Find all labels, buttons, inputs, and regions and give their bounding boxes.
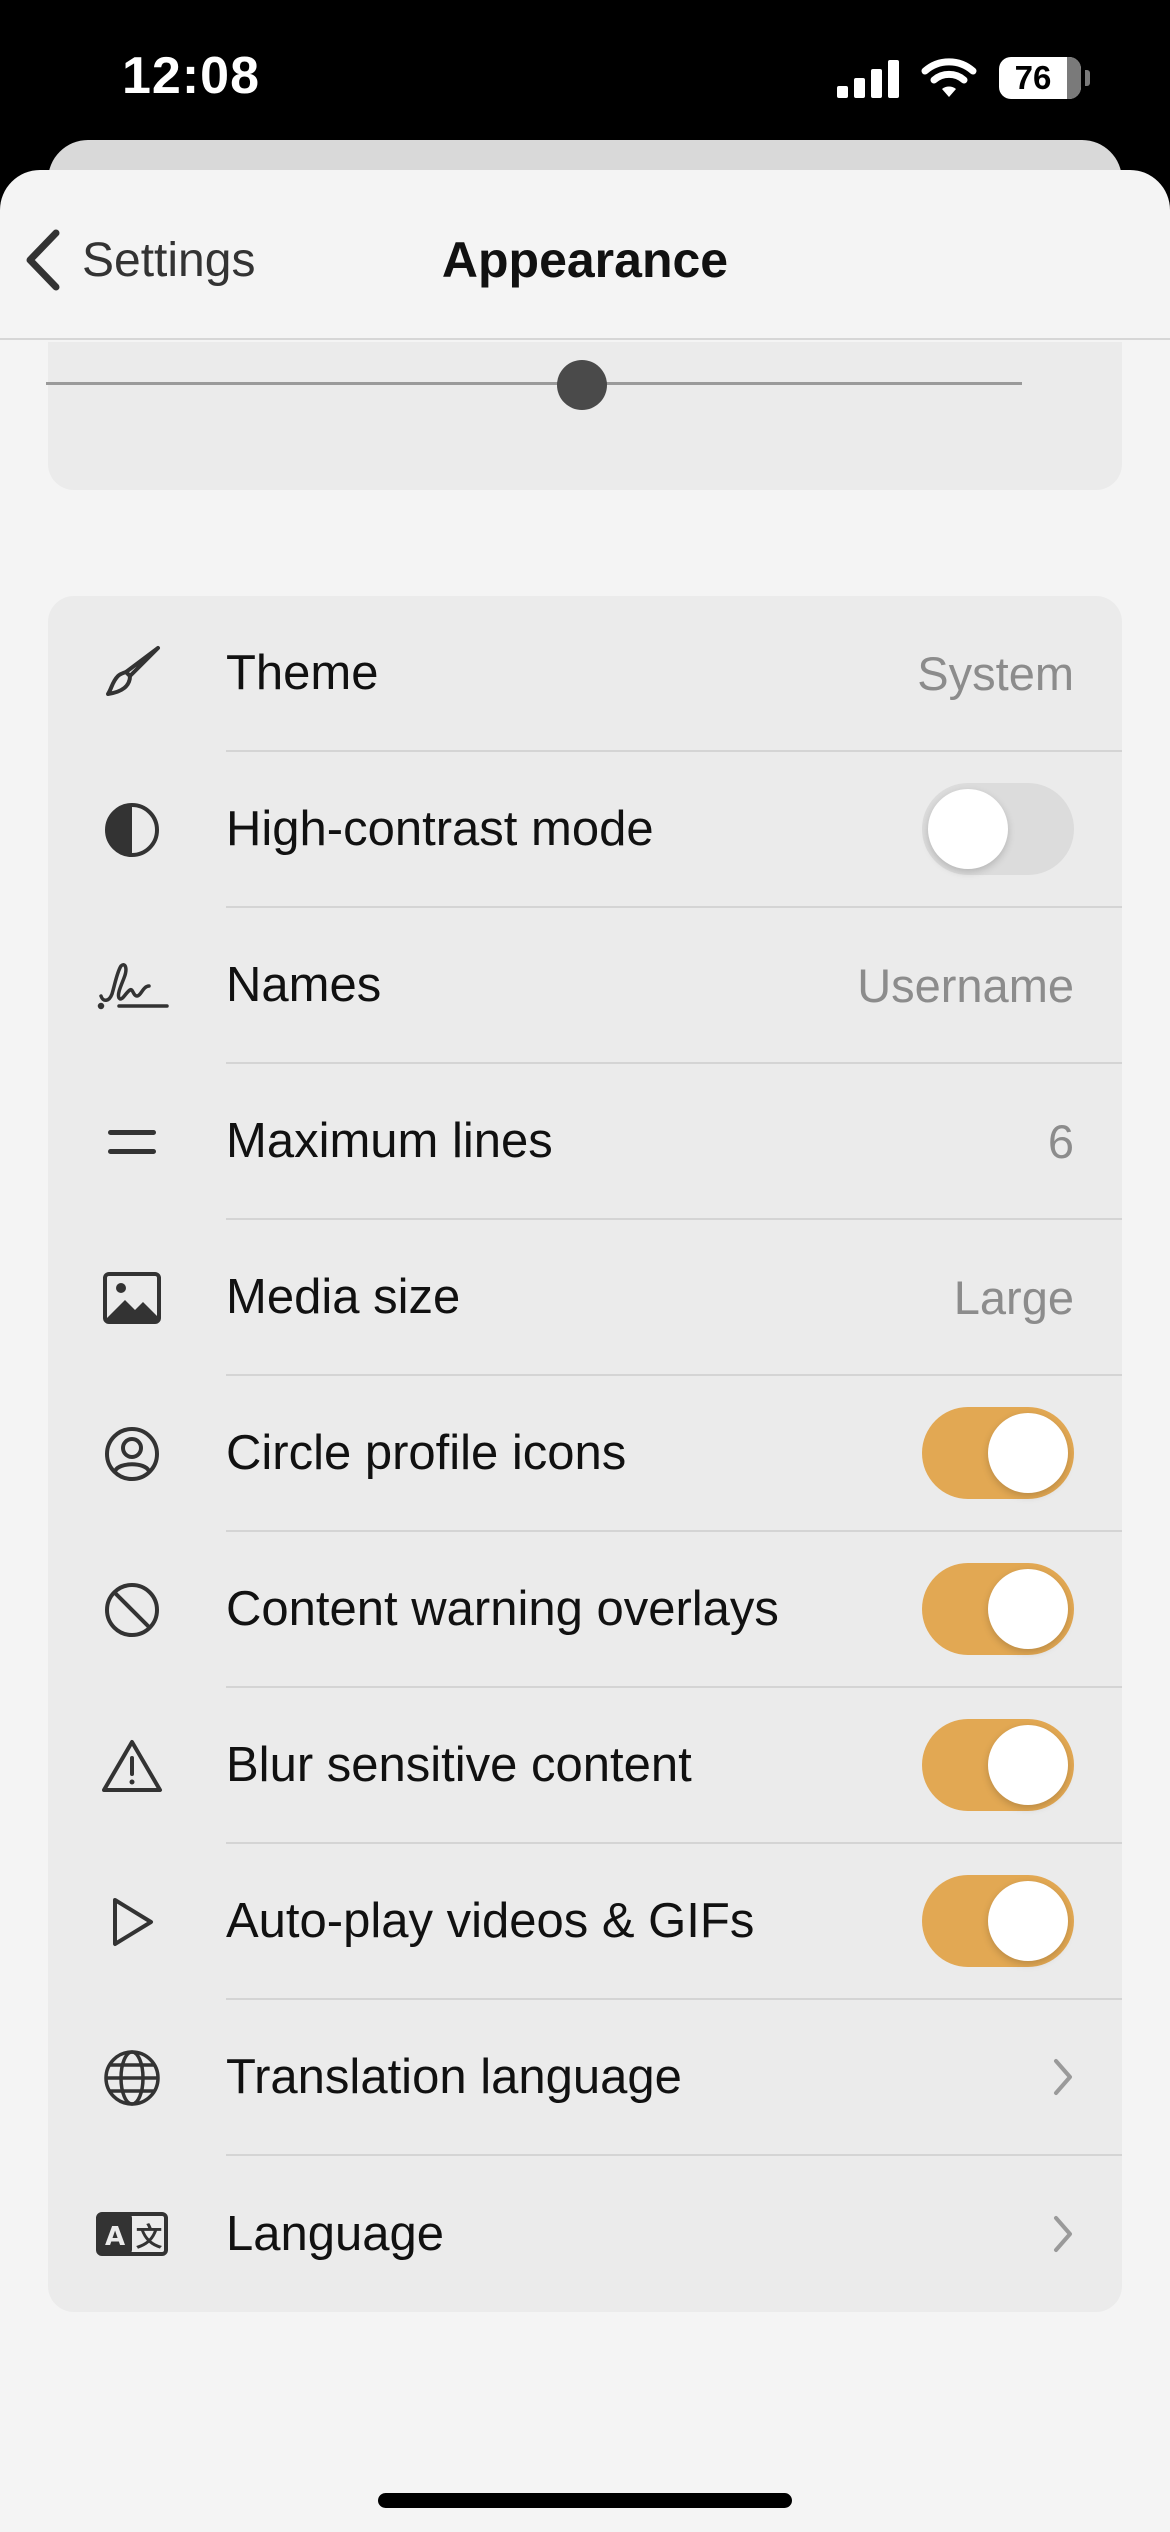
setting-row-theme[interactable]: Theme System (48, 596, 1122, 752)
setting-row-body: Maximum lines 6 (226, 1064, 1122, 1220)
setting-value: System (917, 646, 1074, 700)
setting-row-blur-sensitive-content[interactable]: Blur sensitive content (48, 1688, 1122, 1844)
status-bar: 12:08 76 (0, 0, 1170, 160)
battery-percent: 76 (1014, 59, 1052, 96)
toggle-knob (988, 1725, 1068, 1805)
translate-icon: A 文 (48, 2156, 226, 2312)
chevron-left-icon (26, 229, 60, 291)
high-contrast-mode-toggle[interactable] (922, 783, 1074, 875)
svg-text:A: A (105, 2222, 125, 2252)
setting-label: Media size (226, 1270, 461, 1324)
toggle-knob (988, 1569, 1068, 1649)
setting-label: Translation language (226, 2050, 682, 2104)
setting-row-body: High-contrast mode (226, 752, 1122, 908)
setting-value: Large (953, 1270, 1074, 1324)
nav-bar: Settings Appearance (0, 170, 1170, 340)
globe-icon (48, 2000, 226, 2156)
play-icon (48, 1844, 226, 2000)
setting-value: 6 (1047, 1114, 1074, 1168)
image-icon (48, 1220, 226, 1376)
battery-icon: 76 (999, 57, 1081, 99)
content-warning-overlays-toggle[interactable] (922, 1563, 1074, 1655)
setting-row-content-warning-overlays[interactable]: Content warning overlays (48, 1532, 1122, 1688)
setting-label: Content warning overlays (226, 1582, 779, 1636)
toggle-knob (928, 789, 1008, 869)
contrast-icon (48, 752, 226, 908)
user-circle-icon (48, 1376, 226, 1532)
setting-row-names[interactable]: Names Username (48, 908, 1122, 1064)
setting-value: Username (857, 958, 1074, 1012)
back-button[interactable]: Settings (22, 220, 255, 300)
font-size-slider-thumb[interactable] (557, 360, 607, 410)
equals-icon (48, 1064, 226, 1220)
setting-row-body: Blur sensitive content (226, 1688, 1122, 1844)
toggle-knob (988, 1881, 1068, 1961)
setting-row-media-size[interactable]: Media size Large (48, 1220, 1122, 1376)
setting-row-high-contrast-mode[interactable]: High-contrast mode (48, 752, 1122, 908)
setting-row-body: Names Username (226, 908, 1122, 1064)
setting-label: Theme (226, 646, 379, 700)
setting-row-circle-profile-icons[interactable]: Circle profile icons (48, 1376, 1122, 1532)
setting-row-translation-language[interactable]: Translation language (48, 2000, 1122, 2156)
status-icons: 76 (837, 54, 1090, 102)
svg-text:文: 文 (136, 2222, 163, 2253)
setting-row-body: Circle profile icons (226, 1376, 1122, 1532)
status-time: 12:08 (122, 47, 260, 105)
wifi-icon (921, 58, 977, 97)
setting-row-body: Language (226, 2156, 1122, 2312)
setting-label: Language (226, 2207, 445, 2261)
setting-label: Maximum lines (226, 1114, 553, 1168)
back-label: Settings (82, 233, 256, 287)
cellular-signal-icon (837, 60, 899, 98)
settings-list: Theme System High-contrast mode Names User… (48, 596, 1122, 2312)
paintbrush-icon (48, 596, 226, 752)
setting-label: Auto-play videos & GIFs (226, 1894, 755, 1948)
auto-play-videos-gifs-toggle[interactable] (922, 1875, 1074, 1967)
setting-row-maximum-lines[interactable]: Maximum lines 6 (48, 1064, 1122, 1220)
setting-label: High-contrast mode (226, 802, 654, 856)
setting-label: Names (226, 958, 382, 1012)
prohibited-icon (48, 1532, 226, 1688)
toggle-knob (988, 1413, 1068, 1493)
setting-row-auto-play-videos-gifs[interactable]: Auto-play videos & GIFs (48, 1844, 1122, 2000)
chevron-right-icon (1054, 2216, 1072, 2252)
blur-sensitive-content-toggle[interactable] (922, 1719, 1074, 1811)
home-indicator (378, 2493, 792, 2508)
circle-profile-icons-toggle[interactable] (922, 1407, 1074, 1499)
setting-row-body: Translation language (226, 2000, 1122, 2156)
screen: 12:08 76 Settings Appearance Theme Syste… (0, 0, 1170, 2532)
signature-icon (48, 908, 226, 1064)
setting-row-body: Auto-play videos & GIFs (226, 1844, 1122, 2000)
setting-row-body: Content warning overlays (226, 1532, 1122, 1688)
chevron-right-icon (1054, 2059, 1072, 2095)
setting-row-language[interactable]: A 文 Language (48, 2156, 1122, 2312)
setting-row-body: Theme System (226, 596, 1122, 752)
setting-row-body: Media size Large (226, 1220, 1122, 1376)
font-size-slider-track[interactable] (46, 382, 1022, 385)
setting-label: Blur sensitive content (226, 1738, 692, 1792)
settings-sheet: Settings Appearance Theme System High-con… (0, 170, 1170, 2532)
warning-icon (48, 1688, 226, 1844)
setting-label: Circle profile icons (226, 1426, 627, 1480)
battery-tip (1085, 70, 1090, 86)
